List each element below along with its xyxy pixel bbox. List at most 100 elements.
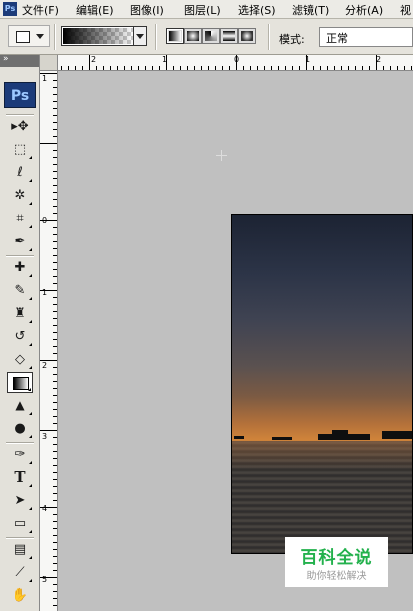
ruler-tick [341, 66, 342, 70]
reflected-gradient-icon [223, 31, 235, 41]
vertical-ruler[interactable]: 1 0 1 2 3 4 5 [40, 71, 58, 611]
toolbox-header[interactable]: » [0, 54, 39, 67]
dodge-icon: ● [14, 421, 26, 436]
menu-file[interactable]: 文件(F) [22, 2, 59, 18]
angle-gradient-button[interactable] [202, 28, 220, 44]
menu-layer[interactable]: 图层(L) [184, 2, 221, 18]
mode-select[interactable]: 正常 [319, 27, 413, 47]
crop-tool[interactable]: ⌗ [7, 208, 33, 229]
ruler-label: 1 [42, 74, 48, 83]
menu-view[interactable]: 视 [400, 2, 411, 18]
gradient-tool-preset-icon [16, 31, 30, 43]
menu-analysis[interactable]: 分析(A) [345, 2, 383, 18]
notes-tool[interactable]: ▤ [7, 539, 33, 560]
ruler-tick [138, 66, 139, 70]
magic-wand-tool[interactable]: ✲ [7, 185, 33, 206]
diamond-gradient-button[interactable] [238, 28, 256, 44]
chevron-down-icon[interactable] [133, 27, 146, 45]
ruler-tick [40, 143, 57, 144]
pen-tool[interactable]: ✑ [7, 444, 33, 465]
ruler-tick [53, 94, 57, 95]
angle-gradient-icon [205, 31, 217, 41]
toolbox: » Ps ▸✥ ⬚ ℓ ✲ ⌗ ✒ ✚ ✎ ♜ ↺ ◇ ▲ ● ✑ T ➤ ▭ … [0, 54, 40, 611]
ruler-tick [53, 423, 57, 424]
gradient-tool[interactable] [7, 372, 33, 393]
ruler-tick [68, 66, 69, 70]
healing-brush-tool[interactable]: ✚ [7, 257, 33, 278]
ruler-tick [53, 528, 57, 529]
radial-gradient-button[interactable] [184, 28, 202, 44]
ruler-tick [271, 66, 272, 70]
horizontal-ruler[interactable]: 2 1 0 1 2 [58, 55, 413, 71]
sunset-photo[interactable] [231, 214, 413, 554]
eyedropper-tool[interactable]: ✒ [7, 231, 33, 252]
ruler-tick [82, 66, 83, 70]
clone-stamp-tool[interactable]: ♜ [7, 303, 33, 324]
ruler-tick [96, 66, 97, 70]
reflected-gradient-button[interactable] [220, 28, 238, 44]
move-tool[interactable]: ▸✥ [7, 116, 33, 137]
ruler-tick [53, 136, 57, 137]
blur-tool[interactable]: ▲ [7, 395, 33, 416]
divider [268, 24, 270, 50]
ruler-tick [53, 339, 57, 340]
menu-edit[interactable]: 编辑(E) [76, 2, 114, 18]
ruler-tick [53, 584, 57, 585]
lasso-tool[interactable]: ℓ [7, 162, 33, 183]
move-icon: ▸✥ [11, 119, 29, 134]
options-bar: 模式: 正常 [0, 19, 413, 55]
ruler-tick [53, 388, 57, 389]
ruler-tick [53, 87, 57, 88]
type-tool[interactable]: T [7, 467, 33, 488]
ruler-tick [75, 66, 76, 70]
menu-filter[interactable]: 滤镜(T) [292, 2, 329, 18]
ruler-tick [257, 66, 258, 70]
ruler-tick [383, 66, 384, 70]
watermark: 百科全说 助你轻松解决 [285, 537, 388, 587]
document-canvas[interactable] [58, 71, 413, 611]
boat [318, 434, 370, 440]
drop-icon: ▲ [15, 398, 25, 412]
ruler-tick [40, 430, 57, 431]
menu-select[interactable]: 选择(S) [238, 2, 276, 18]
shape-tool[interactable]: ▭ [7, 513, 33, 534]
collapse-icon[interactable]: » [3, 54, 9, 64]
ruler-tick [53, 542, 57, 543]
ps-logo[interactable]: Ps [4, 82, 36, 108]
ruler-tick [215, 66, 216, 70]
gradient-picker[interactable] [61, 26, 147, 46]
ruler-tick [53, 318, 57, 319]
ruler-tick [208, 66, 209, 70]
ruler-tick [278, 66, 279, 70]
ruler-origin[interactable] [40, 55, 58, 71]
ruler-tick [131, 66, 132, 70]
ruler-tick [355, 66, 356, 70]
ruler-tick [53, 479, 57, 480]
ruler-tick [53, 521, 57, 522]
lasso-icon: ℓ [17, 165, 23, 180]
ruler-tick [40, 577, 57, 578]
crosshair-cursor-icon [216, 150, 227, 161]
ruler-tick [53, 500, 57, 501]
divider [54, 24, 56, 50]
watermark-title: 百科全说 [300, 548, 373, 568]
menu-image[interactable]: 图像(I) [130, 2, 164, 18]
ruler-tick [53, 311, 57, 312]
ruler-tick [53, 458, 57, 459]
eraser-tool[interactable]: ◇ [7, 349, 33, 370]
boat [382, 431, 412, 439]
hand-tool[interactable]: ✋ [7, 585, 33, 606]
brush-tool[interactable]: ✎ [7, 280, 33, 301]
path-selection-tool[interactable]: ➤ [7, 490, 33, 511]
tool-preset-picker[interactable] [8, 25, 50, 47]
ruler-tick [53, 381, 57, 382]
gradient-icon [13, 377, 29, 390]
dodge-tool[interactable]: ● [7, 418, 33, 439]
linear-gradient-button[interactable] [166, 28, 184, 44]
marquee-tool[interactable]: ⬚ [7, 139, 33, 160]
ruler-tick [53, 416, 57, 417]
marquee-icon: ⬚ [13, 142, 27, 157]
history-brush-tool[interactable]: ↺ [7, 326, 33, 347]
color-sampler-tool[interactable]: ⟋ [7, 562, 33, 583]
ruler-tick [397, 66, 398, 70]
